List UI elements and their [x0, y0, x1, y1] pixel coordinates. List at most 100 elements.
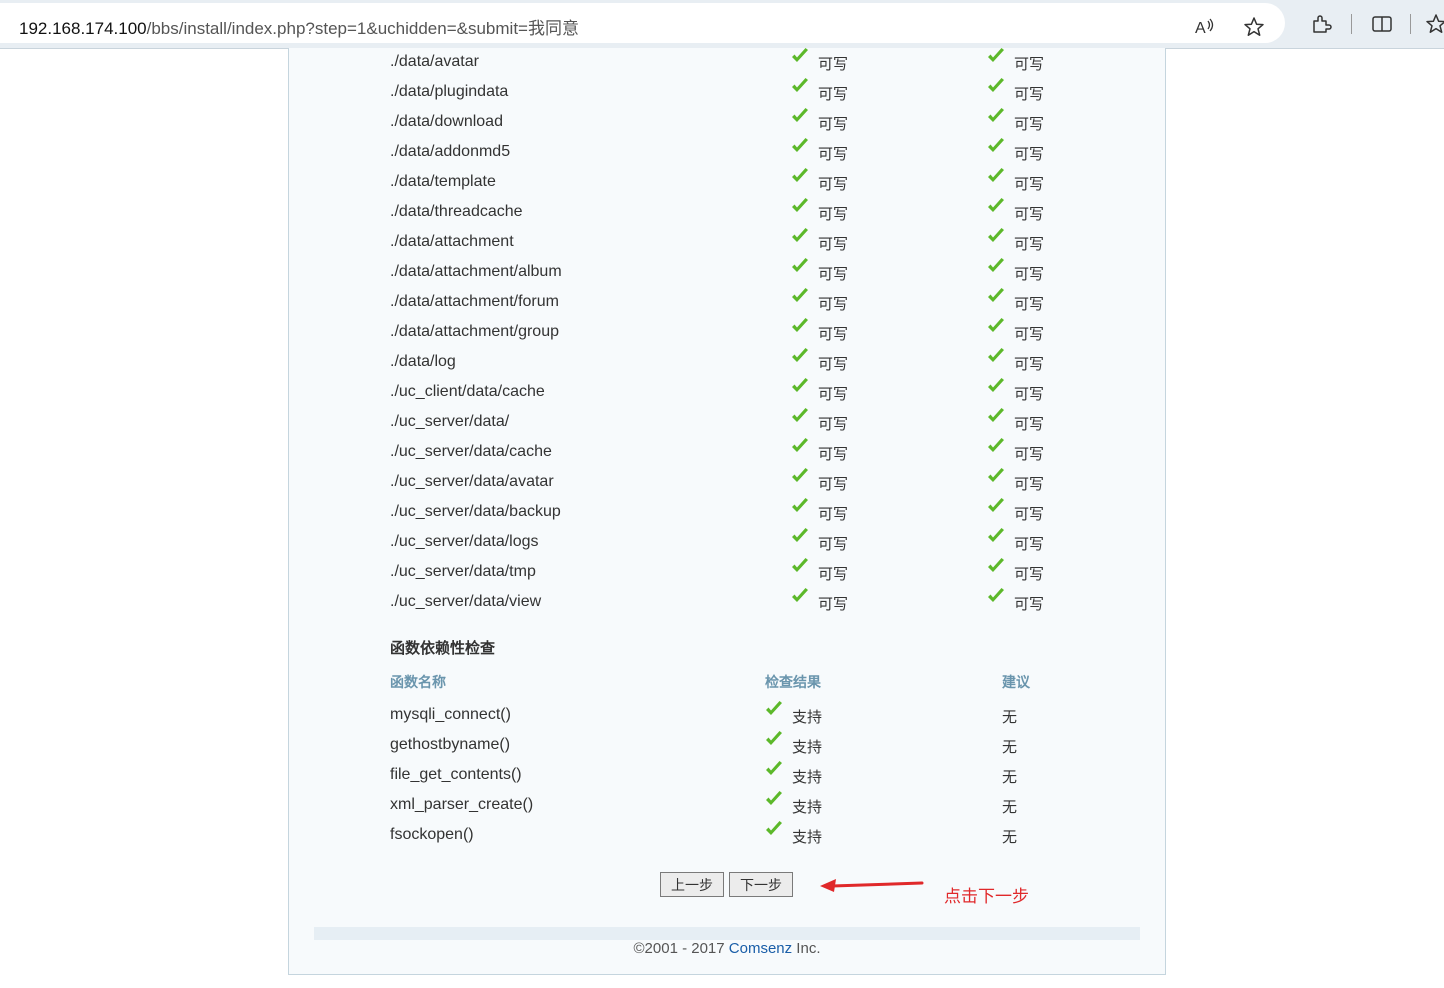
function-row: mysqli_connect() 支持 无 — [390, 700, 1090, 730]
url-text[interactable]: 192.168.174.100/bbs/install/index.php?st… — [19, 14, 579, 39]
function-row: gethostbyname() 支持 无 — [390, 730, 1090, 760]
check-result: 支持 — [792, 769, 823, 786]
directory-row: ./data/avatar 可写 可写 — [390, 47, 1090, 77]
suggestion: 无 — [1002, 709, 1018, 726]
required-status: 可写 — [818, 56, 849, 73]
check-icon — [986, 377, 1006, 395]
suggestion: 无 — [1002, 799, 1018, 816]
read-aloud-icon[interactable]: A — [1191, 13, 1219, 41]
check-icon — [790, 407, 810, 425]
current-status: 可写 — [1014, 386, 1045, 403]
directory-path: ./uc_server/data/view — [390, 593, 542, 610]
check-icon — [764, 790, 784, 808]
footer-prefix: ©2001 - 2017 — [633, 940, 729, 957]
function-name: xml_parser_create() — [390, 796, 534, 813]
directory-path: ./uc_server/data/logs — [390, 533, 539, 550]
current-status: 可写 — [1014, 236, 1045, 253]
required-status: 可写 — [818, 446, 849, 463]
check-icon — [790, 437, 810, 455]
suggestion: 无 — [1002, 739, 1018, 756]
function-row: fsockopen() 支持 无 — [390, 820, 1090, 850]
check-icon — [790, 527, 810, 545]
required-status: 可写 — [818, 386, 849, 403]
directory-path: ./data/plugindata — [390, 83, 509, 100]
required-status: 可写 — [818, 416, 849, 433]
svg-text:A: A — [1195, 20, 1206, 37]
split-screen-icon[interactable] — [1368, 10, 1396, 38]
url-path: /bbs/install/index.php?step=1&uchidden=&… — [146, 19, 579, 38]
check-icon — [790, 557, 810, 575]
required-status: 可写 — [818, 566, 849, 583]
check-icon — [790, 107, 810, 125]
prev-step-button[interactable]: 上一步 — [660, 872, 724, 897]
required-status: 可写 — [818, 356, 849, 373]
check-icon — [986, 227, 1006, 245]
browser-toolbar: 全 192.168.174.100/bbs/install/index.php?… — [0, 0, 1444, 49]
directory-path: ./data/attachment/forum — [390, 293, 559, 310]
check-icon — [790, 167, 810, 185]
check-icon — [790, 587, 810, 605]
directory-row: ./uc_server/data/logs 可写 可写 — [390, 527, 1090, 557]
directory-row: ./uc_server/data/tmp 可写 可写 — [390, 557, 1090, 587]
check-result: 支持 — [792, 709, 823, 726]
check-result-header: 检查结果 — [765, 674, 821, 690]
footer-copyright: ©2001 - 2017 Comsenz Inc. — [289, 940, 1165, 957]
favorite-star-icon[interactable] — [1240, 13, 1268, 41]
current-status: 可写 — [1014, 356, 1045, 373]
required-status: 可写 — [818, 206, 849, 223]
directory-path: ./uc_server/data/cache — [390, 443, 552, 460]
directory-path: ./data/attachment — [390, 233, 514, 250]
check-result: 支持 — [792, 799, 823, 816]
directory-path: ./data/threadcache — [390, 203, 523, 220]
check-icon — [986, 257, 1006, 275]
check-icon — [986, 287, 1006, 305]
directory-row: ./data/attachment 可写 可写 — [390, 227, 1090, 257]
current-status: 可写 — [1014, 416, 1045, 433]
directory-row: ./data/threadcache 可写 可写 — [390, 197, 1090, 227]
directory-path: ./data/attachment/group — [390, 323, 559, 340]
function-name: mysqli_connect() — [390, 706, 511, 723]
directory-row: ./data/attachment/forum 可写 可写 — [390, 287, 1090, 317]
required-status: 可写 — [818, 116, 849, 133]
directory-row: ./uc_server/data/backup 可写 可写 — [390, 497, 1090, 527]
required-status: 可写 — [818, 296, 849, 313]
check-result: 支持 — [792, 829, 823, 846]
check-icon — [986, 137, 1006, 155]
check-icon — [790, 347, 810, 365]
current-status: 可写 — [1014, 206, 1045, 223]
check-icon — [986, 317, 1006, 335]
directory-row: ./uc_server/data/avatar 可写 可写 — [390, 467, 1090, 497]
toolbar-divider — [1351, 14, 1352, 34]
suggestion: 无 — [1002, 829, 1018, 846]
check-icon — [790, 317, 810, 335]
directory-row: ./uc_server/data/可写 可写 — [390, 407, 1090, 437]
check-icon — [764, 730, 784, 748]
directory-path: ./data/log — [390, 353, 456, 370]
address-bar[interactable]: 全 192.168.174.100/bbs/install/index.php?… — [0, 3, 1285, 43]
directory-path: ./data/attachment/album — [390, 263, 562, 280]
footer-suffix: Inc. — [792, 940, 821, 957]
favorites-icon[interactable] — [1422, 10, 1444, 38]
directory-path: ./uc_server/data/avatar — [390, 473, 554, 490]
next-step-button[interactable]: 下一步 — [729, 872, 793, 897]
current-status: 可写 — [1014, 536, 1045, 553]
directory-path: ./uc_server/data/ — [390, 413, 510, 430]
required-status: 可写 — [818, 506, 849, 523]
check-icon — [986, 47, 1006, 65]
comsenz-link[interactable]: Comsenz — [729, 940, 792, 957]
current-status: 可写 — [1014, 146, 1045, 163]
extensions-icon[interactable] — [1307, 10, 1335, 38]
check-icon — [790, 137, 810, 155]
required-status: 可写 — [818, 86, 849, 103]
directory-path: ./data/avatar — [390, 53, 479, 70]
required-status: 可写 — [818, 476, 849, 493]
directory-row: ./uc_server/data/view 可写 可写 — [390, 587, 1090, 617]
annotation-arrow — [820, 879, 924, 892]
function-name: fsockopen() — [390, 826, 474, 843]
directory-row: ./data/log 可写 可写 — [390, 347, 1090, 377]
check-icon — [790, 77, 810, 95]
function-check-title: 函数依赖性检查 — [390, 640, 496, 657]
check-icon — [764, 760, 784, 778]
suggestion-header: 建议 — [1002, 674, 1030, 690]
check-icon — [790, 197, 810, 215]
